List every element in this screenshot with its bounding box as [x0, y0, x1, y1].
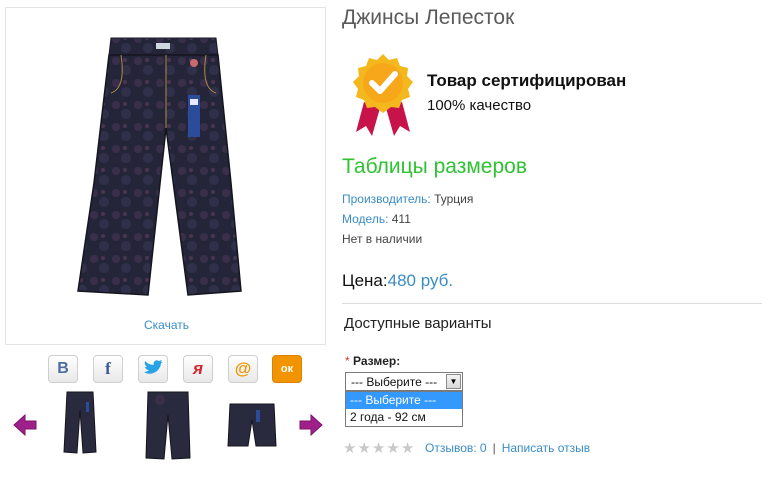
variants-heading: Доступные варианты	[344, 315, 492, 332]
odnoklassniki-glyph: ок	[280, 363, 294, 375]
manufacturer-row: Производитель: Турция	[342, 192, 473, 206]
size-dropdown-list[interactable]: --- Выберите --- 2 года - 92 см	[345, 391, 463, 427]
availability-status: Нет в наличии	[342, 232, 423, 246]
vkontakte-glyph: В	[57, 360, 69, 377]
yaru-icon[interactable]: я	[183, 355, 213, 383]
size-table-link[interactable]: Таблицы размеров	[342, 155, 527, 179]
odnoklassniki-icon[interactable]: ок	[272, 355, 302, 383]
model-label: Модель:	[342, 212, 389, 226]
write-review-link[interactable]: Написать отзыв	[502, 441, 590, 455]
certified-title: Товар сертифицирован	[427, 71, 627, 90]
prev-arrow-icon[interactable]	[12, 412, 38, 438]
yaru-glyph: я	[192, 359, 203, 378]
reviews-row: Отзывов: 0 | Написать отзыв	[425, 441, 590, 455]
certified-badge-icon	[353, 54, 413, 136]
model-value: 411	[391, 212, 411, 226]
divider	[342, 303, 762, 304]
price-row: Цена:480 руб.	[342, 271, 453, 291]
download-link[interactable]: Скачать	[6, 318, 327, 332]
size-select[interactable]: --- Выберите --- ▼	[345, 372, 463, 391]
reviews-count-link[interactable]: Отзывов: 0	[425, 441, 487, 455]
rating-stars: ★ ★ ★ ★ ★	[343, 441, 414, 457]
vkontakte-icon[interactable]: В	[48, 355, 78, 383]
thumbnail-3[interactable]	[226, 402, 278, 448]
model-row: Модель: 411	[342, 212, 411, 226]
price-value: 480 руб.	[387, 271, 454, 290]
size-label: * Размер:	[345, 354, 400, 368]
mailru-glyph: @	[234, 359, 252, 378]
manufacturer-value: Турция	[434, 192, 474, 206]
star-icon: ★	[386, 440, 400, 457]
star-icon: ★	[357, 440, 371, 457]
product-main-image[interactable]: Скачать	[5, 7, 326, 345]
manufacturer-label[interactable]: Производитель:	[342, 192, 431, 206]
chevron-down-icon[interactable]: ▼	[446, 374, 461, 389]
star-icon: ★	[400, 440, 415, 457]
star-icon: ★	[371, 440, 386, 457]
required-mark: *	[345, 354, 350, 368]
reviews-separator: |	[492, 441, 496, 455]
product-title: Джинсы Лепесток	[342, 6, 515, 29]
thumbnail-1[interactable]	[60, 390, 100, 455]
size-label-text: Размер:	[353, 354, 401, 368]
size-select-value: --- Выберите ---	[351, 375, 438, 389]
twitter-icon[interactable]	[138, 355, 168, 383]
mailru-icon[interactable]: @	[228, 355, 258, 383]
dropdown-option[interactable]: 2 года - 92 см	[346, 409, 462, 426]
thumbnail-2[interactable]	[144, 390, 192, 460]
price-label: Цена:	[342, 271, 388, 290]
certified-subtitle: 100% качество	[427, 97, 532, 114]
facebook-glyph: f	[105, 359, 111, 378]
next-arrow-icon[interactable]	[298, 412, 324, 438]
twitter-bird	[144, 360, 163, 374]
jeans-image	[77, 37, 242, 296]
facebook-icon[interactable]: f	[93, 355, 123, 383]
dropdown-option[interactable]: --- Выберите ---	[346, 392, 462, 409]
star-icon: ★	[343, 440, 357, 457]
